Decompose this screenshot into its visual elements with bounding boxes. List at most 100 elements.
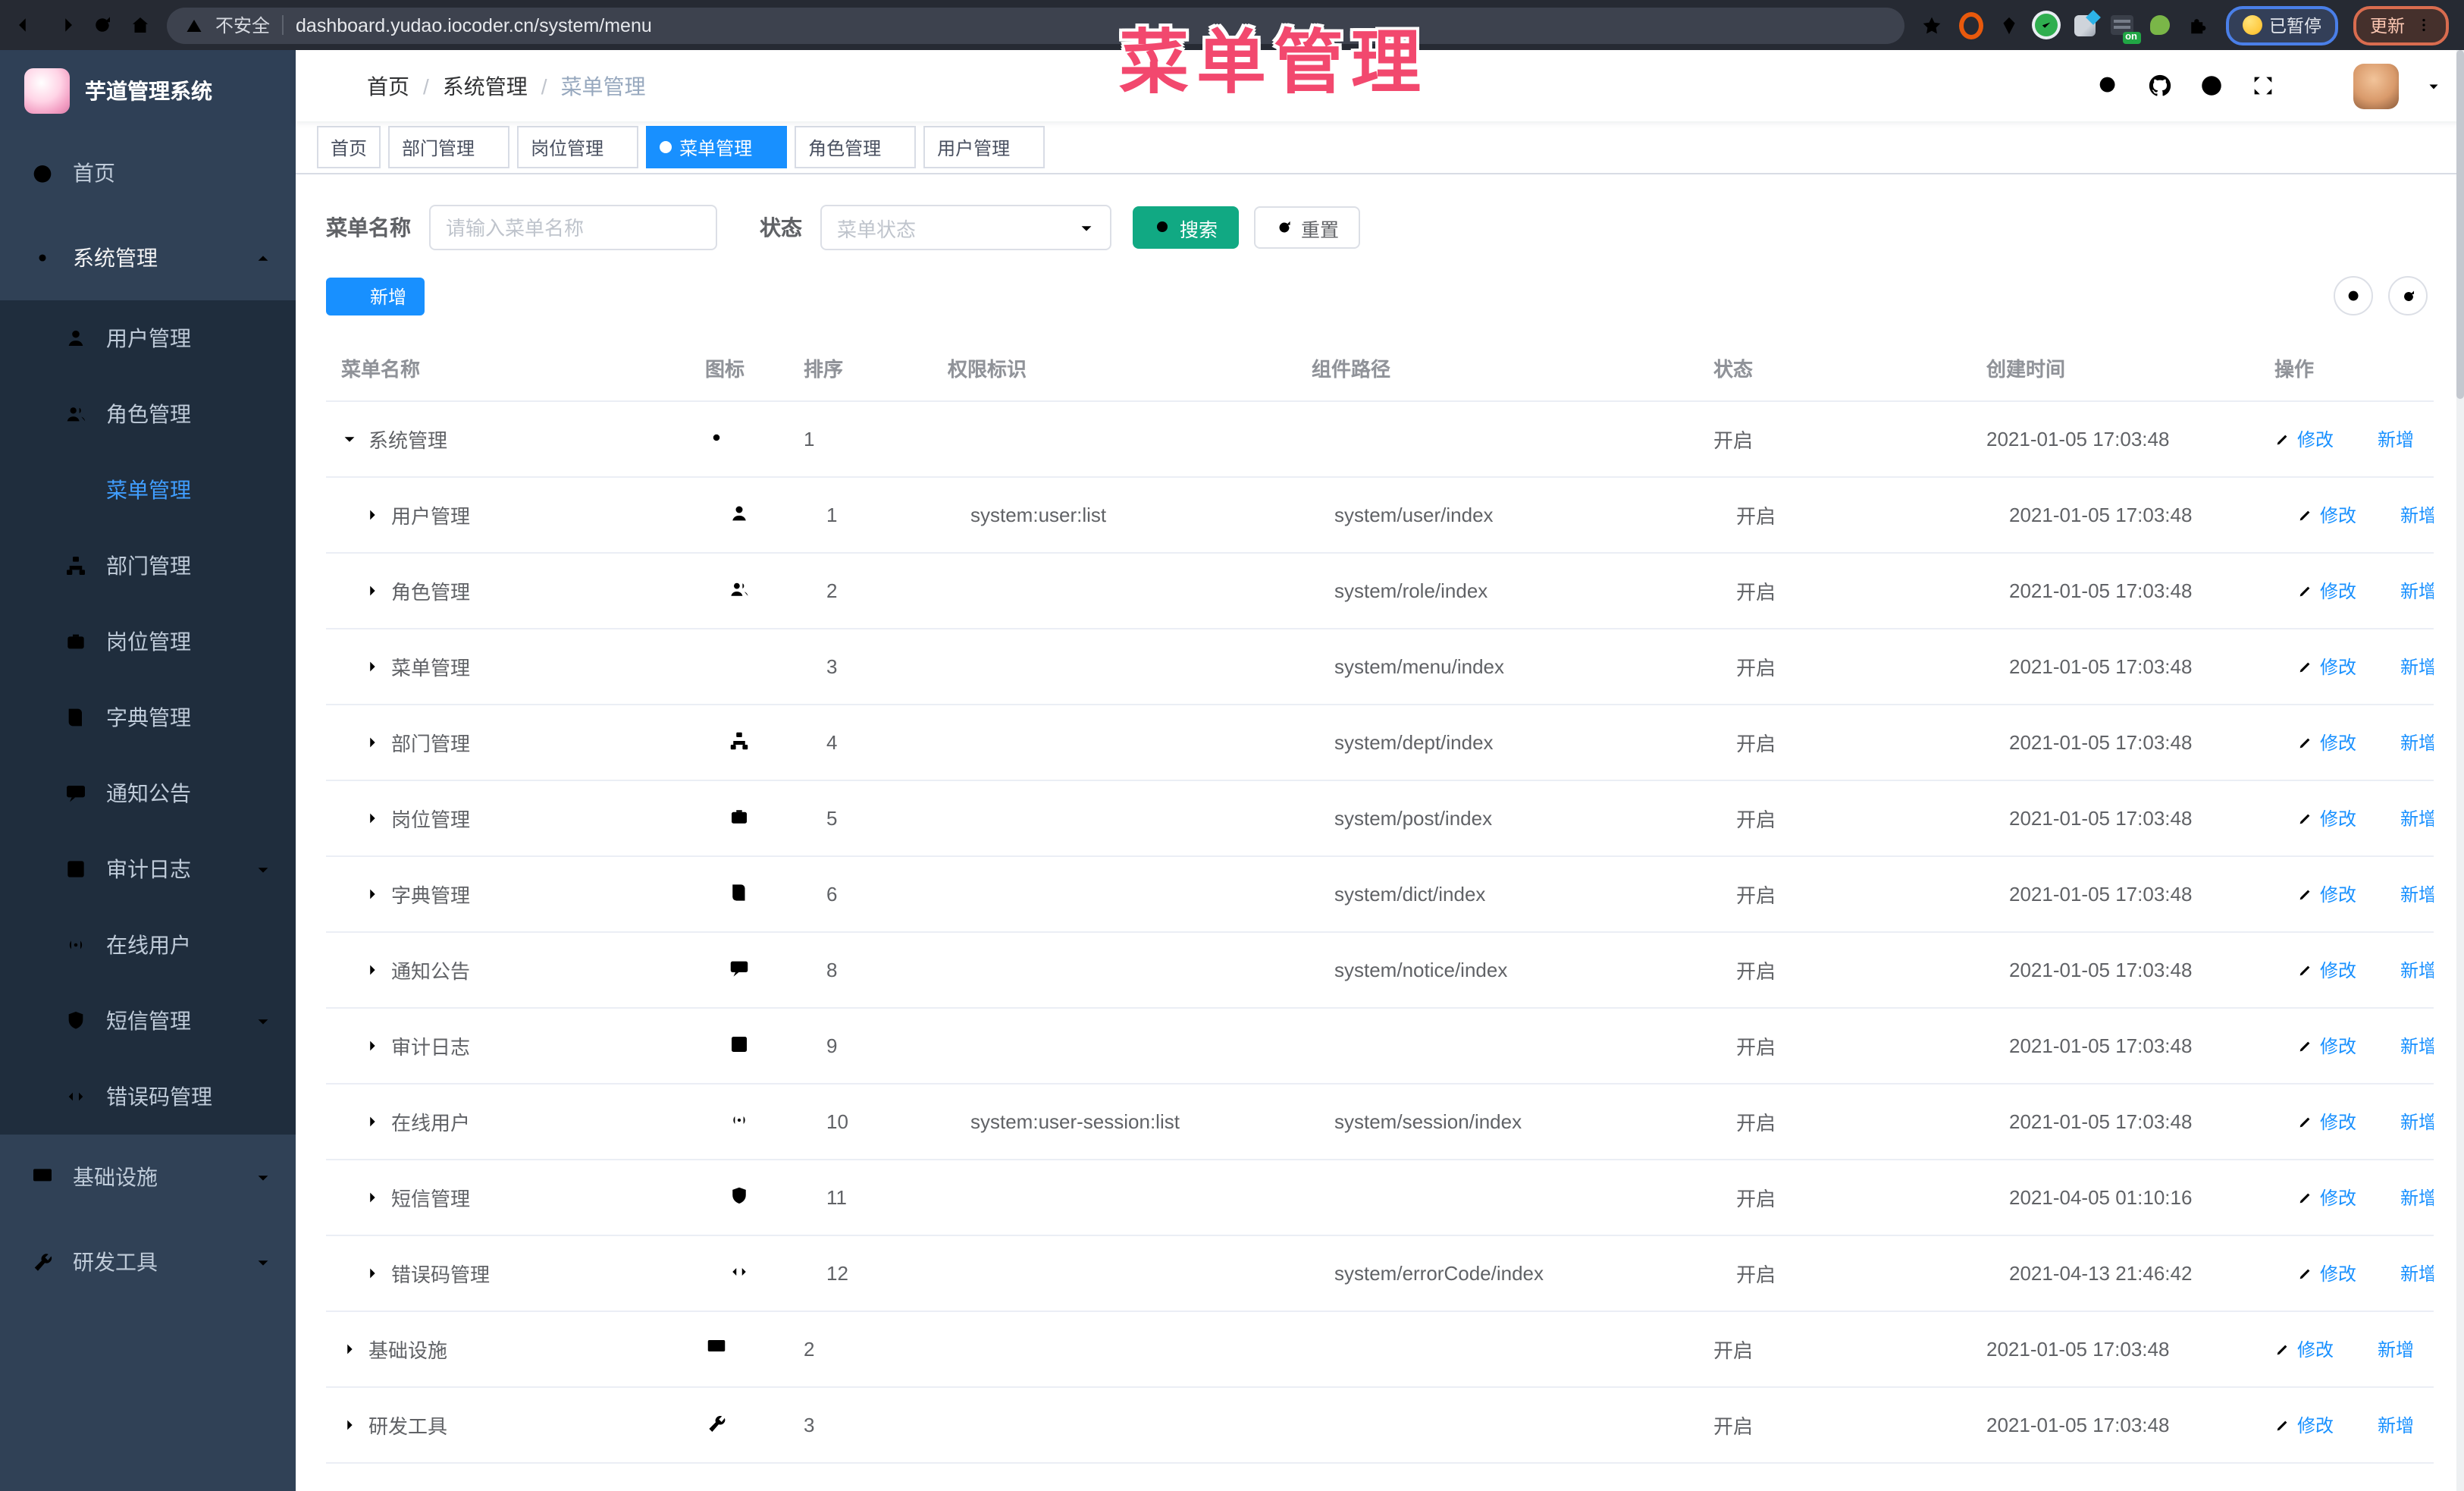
sidebar-item[interactable]: 在线用户: [0, 907, 296, 983]
sidebar-item[interactable]: 字典管理: [0, 680, 296, 755]
sidebar-item[interactable]: 菜单管理: [0, 452, 296, 528]
expand-arrow-icon[interactable]: [364, 507, 381, 523]
tag-view-tab[interactable]: 岗位管理: [517, 126, 639, 168]
browser-forward-icon[interactable]: [53, 14, 76, 36]
sidebar-item[interactable]: 错误码管理: [0, 1059, 296, 1135]
docs-help-icon[interactable]: [2199, 73, 2224, 99]
edit-link[interactable]: 修改: [2297, 1260, 2356, 1286]
add-link[interactable]: 新增: [2378, 502, 2434, 528]
page-scrollbar[interactable]: [2456, 50, 2464, 1491]
sidebar-item[interactable]: 岗位管理: [0, 604, 296, 680]
refresh-table-button[interactable]: [2388, 276, 2428, 315]
header-search-icon[interactable]: [2096, 73, 2121, 99]
add-button[interactable]: 新增: [326, 277, 425, 315]
browser-menu-kebab-icon[interactable]: [2415, 17, 2432, 33]
extension-icon-grid[interactable]: [2072, 13, 2096, 37]
expand-arrow-icon[interactable]: [364, 810, 381, 827]
browser-reload-icon[interactable]: [91, 14, 114, 36]
tab-close-icon[interactable]: [611, 140, 625, 154]
sidebar-item[interactable]: 系统管理: [0, 215, 296, 300]
extensions-puzzle-icon[interactable]: [2186, 13, 2210, 37]
edit-link[interactable]: 修改: [2297, 1033, 2356, 1059]
sidebar-item[interactable]: 研发工具: [0, 1219, 296, 1304]
bookmark-star-icon[interactable]: [1919, 13, 1943, 37]
tab-close-icon[interactable]: [760, 140, 773, 154]
expand-arrow-icon[interactable]: [364, 734, 381, 751]
font-size-icon[interactable]: [2302, 73, 2328, 99]
add-link[interactable]: 新增: [2378, 881, 2434, 907]
sidebar-item[interactable]: 首页: [0, 130, 296, 215]
reset-button[interactable]: 重置: [1254, 206, 1361, 249]
tab-close-icon[interactable]: [1017, 140, 1031, 154]
browser-home-icon[interactable]: [129, 14, 152, 36]
edit-link[interactable]: 修改: [2297, 578, 2356, 604]
add-link[interactable]: 新增: [2355, 1412, 2414, 1438]
search-button[interactable]: 搜索: [1133, 206, 1240, 249]
menu-name-input[interactable]: [429, 205, 717, 250]
breadcrumb-item-system[interactable]: 系统管理: [443, 71, 528, 101]
breadcrumb-item-home[interactable]: 首页: [367, 71, 409, 101]
fullscreen-icon[interactable]: [2250, 73, 2276, 99]
toggle-search-button[interactable]: [2334, 276, 2373, 315]
expand-arrow-icon[interactable]: [364, 1037, 381, 1054]
add-link[interactable]: 新增: [2378, 805, 2434, 831]
edit-link[interactable]: 修改: [2297, 1109, 2356, 1135]
expand-arrow-icon[interactable]: [364, 658, 381, 675]
user-menu-caret-icon[interactable]: [2425, 77, 2443, 95]
sidebar-item[interactable]: 审计日志: [0, 831, 296, 907]
expand-arrow-icon[interactable]: [364, 1265, 381, 1282]
sidebar-item[interactable]: 基础设施: [0, 1135, 296, 1219]
expand-arrow-icon[interactable]: [364, 886, 381, 902]
expand-arrow-icon[interactable]: [341, 431, 358, 447]
add-link[interactable]: 新增: [2378, 1033, 2434, 1059]
add-link[interactable]: 新增: [2355, 426, 2414, 452]
add-link[interactable]: 新增: [2378, 730, 2434, 755]
tag-view-tab[interactable]: 菜单管理: [646, 126, 788, 168]
add-link[interactable]: 新增: [2378, 957, 2434, 983]
expand-arrow-icon[interactable]: [341, 1417, 358, 1433]
add-link[interactable]: 新增: [2378, 1109, 2434, 1135]
edit-link[interactable]: 修改: [2297, 805, 2356, 831]
expand-arrow-icon[interactable]: [364, 1189, 381, 1206]
edit-link[interactable]: 修改: [2297, 654, 2356, 680]
extension-icon-blue-gem[interactable]: [1996, 13, 2020, 37]
browser-back-icon[interactable]: [15, 14, 38, 36]
sidebar-item[interactable]: 通知公告: [0, 755, 296, 831]
add-link[interactable]: 新增: [2378, 1185, 2434, 1210]
tab-close-icon[interactable]: [889, 140, 902, 154]
tag-view-tab[interactable]: 首页: [317, 126, 381, 168]
expand-arrow-icon[interactable]: [364, 1113, 381, 1130]
sidebar-item[interactable]: 部门管理: [0, 528, 296, 604]
edit-link[interactable]: 修改: [2297, 1185, 2356, 1210]
expand-arrow-icon[interactable]: [364, 582, 381, 599]
edit-link[interactable]: 修改: [2274, 1336, 2334, 1362]
sidebar-collapse-icon[interactable]: [296, 71, 367, 100]
tab-close-icon[interactable]: [482, 140, 496, 154]
extension-icon-orange-ring[interactable]: [1958, 11, 1983, 39]
expand-arrow-icon[interactable]: [364, 962, 381, 978]
edit-link[interactable]: 修改: [2274, 1412, 2334, 1438]
tag-view-tab[interactable]: 用户管理: [923, 126, 1045, 168]
add-link[interactable]: 新增: [2378, 1260, 2434, 1286]
browser-update-button[interactable]: 更新: [2353, 5, 2449, 45]
tag-view-tab[interactable]: 角色管理: [795, 126, 917, 168]
edit-link[interactable]: 修改: [2297, 730, 2356, 755]
scrollbar-thumb[interactable]: [2456, 50, 2464, 399]
add-link[interactable]: 新增: [2378, 654, 2434, 680]
extension-icon-leaf[interactable]: [2148, 13, 2172, 37]
github-icon[interactable]: [2147, 73, 2173, 99]
edit-link[interactable]: 修改: [2297, 502, 2356, 528]
expand-arrow-icon[interactable]: [341, 1341, 358, 1358]
edit-link[interactable]: 修改: [2274, 426, 2334, 452]
add-link[interactable]: 新增: [2355, 1336, 2414, 1362]
user-avatar[interactable]: [2353, 63, 2399, 108]
brand[interactable]: 芋道管理系统: [0, 50, 296, 130]
add-link[interactable]: 新增: [2378, 578, 2434, 604]
extension-icon-green-check[interactable]: [2034, 13, 2058, 37]
edit-link[interactable]: 修改: [2297, 881, 2356, 907]
tag-view-tab[interactable]: 部门管理: [388, 126, 510, 168]
status-select[interactable]: 菜单状态: [820, 205, 1111, 250]
sidebar-item[interactable]: 短信管理: [0, 983, 296, 1059]
paused-extension-badge[interactable]: 已暂停: [2225, 5, 2338, 45]
sidebar-item[interactable]: 角色管理: [0, 376, 296, 452]
